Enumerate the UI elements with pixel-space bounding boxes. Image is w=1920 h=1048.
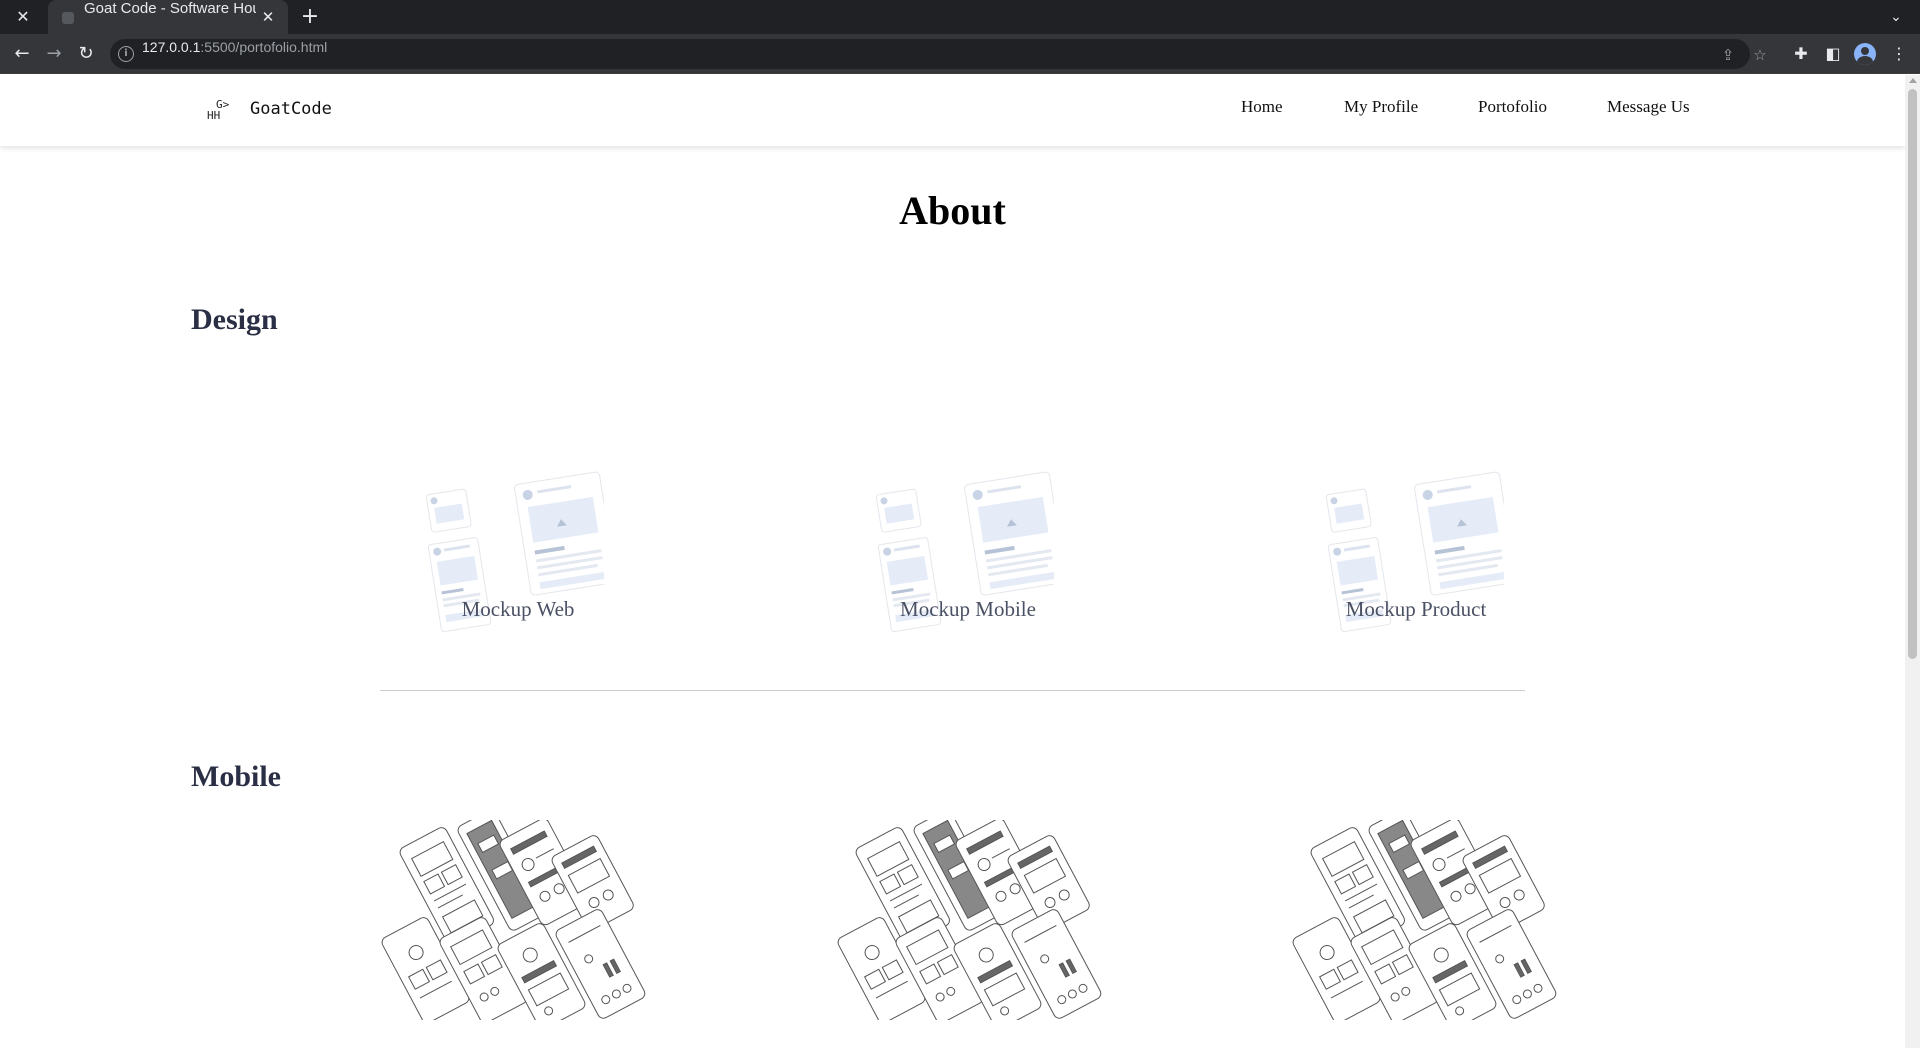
bookmark-star-icon[interactable]: ☆ — [1751, 46, 1769, 64]
nav-link-my-profile[interactable]: My Profile — [1344, 97, 1418, 123]
mobile-sketch-image-1[interactable] — [378, 820, 648, 1020]
scroll-up-icon[interactable] — [1909, 78, 1917, 83]
side-panel-icon[interactable]: ◧ — [1822, 43, 1844, 65]
nav-link-message-us[interactable]: Message Us — [1607, 97, 1690, 123]
address-bar[interactable]: i 127.0.0.1:5500/portofolio.html ⇪ ☆ — [110, 39, 1767, 69]
browser-tab[interactable]: Goat Code - Software House ✕ — [48, 0, 288, 34]
browser-toolbar: ← → ↻ i 127.0.0.1:5500/portofolio.html ⇪… — [0, 34, 1920, 74]
page-title: About — [899, 188, 1006, 233]
browser-menu-icon[interactable]: ⋮ — [1888, 43, 1910, 65]
tab-strip: ✕ Goat Code - Software House ✕ + ⌄ — [0, 0, 1920, 34]
new-tab-button[interactable]: + — [298, 4, 322, 30]
forward-icon[interactable]: → — [41, 42, 67, 66]
site-info-icon[interactable]: i — [118, 46, 134, 62]
nav-link-portofolio[interactable]: Portofolio — [1478, 97, 1547, 123]
url-text[interactable]: 127.0.0.1:5500/portofolio.html — [142, 39, 327, 69]
reload-icon[interactable]: ↻ — [73, 42, 99, 66]
tab-title: Goat Code - Software House — [84, 0, 256, 17]
brand-name[interactable]: GoatCode — [250, 99, 332, 123]
logo-line-2: HH — [207, 109, 221, 122]
logo-icon[interactable]: G> HH — [207, 99, 237, 125]
scrollbar-thumb[interactable] — [1908, 89, 1917, 659]
close-icon[interactable]: ✕ — [14, 6, 32, 28]
mobile-sketch-image-2[interactable] — [834, 820, 1104, 1020]
section-divider — [380, 690, 1525, 691]
mobile-sketch-image-3[interactable] — [1289, 820, 1559, 1020]
extensions-icon[interactable]: ✚ — [1790, 43, 1812, 65]
page-viewport: G> HH GoatCode Home My Profile Portofoli… — [0, 75, 1905, 1048]
share-icon[interactable]: ⇪ — [1719, 46, 1737, 64]
tab-search-icon[interactable]: ⌄ — [1886, 6, 1906, 28]
section-heading-mobile: Mobile — [191, 760, 281, 793]
site-navbar: G> HH GoatCode Home My Profile Portofoli… — [0, 75, 1905, 146]
card-label-mockup-product: Mockup Product — [1345, 597, 1487, 621]
url-host: 127.0.0.1 — [142, 39, 201, 55]
nav-link-home[interactable]: Home — [1241, 97, 1283, 123]
card-label-mockup-web: Mockup Web — [461, 597, 575, 621]
section-heading-design: Design — [191, 303, 278, 336]
url-path: :5500/portofolio.html — [200, 39, 328, 55]
page-scrollbar[interactable] — [1905, 75, 1920, 1048]
card-label-mockup-mobile: Mockup Mobile — [900, 597, 1036, 621]
profile-avatar-icon[interactable] — [1854, 43, 1876, 65]
favicon-icon — [62, 12, 74, 24]
back-icon[interactable]: ← — [9, 42, 35, 66]
tab-close-icon[interactable]: ✕ — [258, 6, 278, 28]
